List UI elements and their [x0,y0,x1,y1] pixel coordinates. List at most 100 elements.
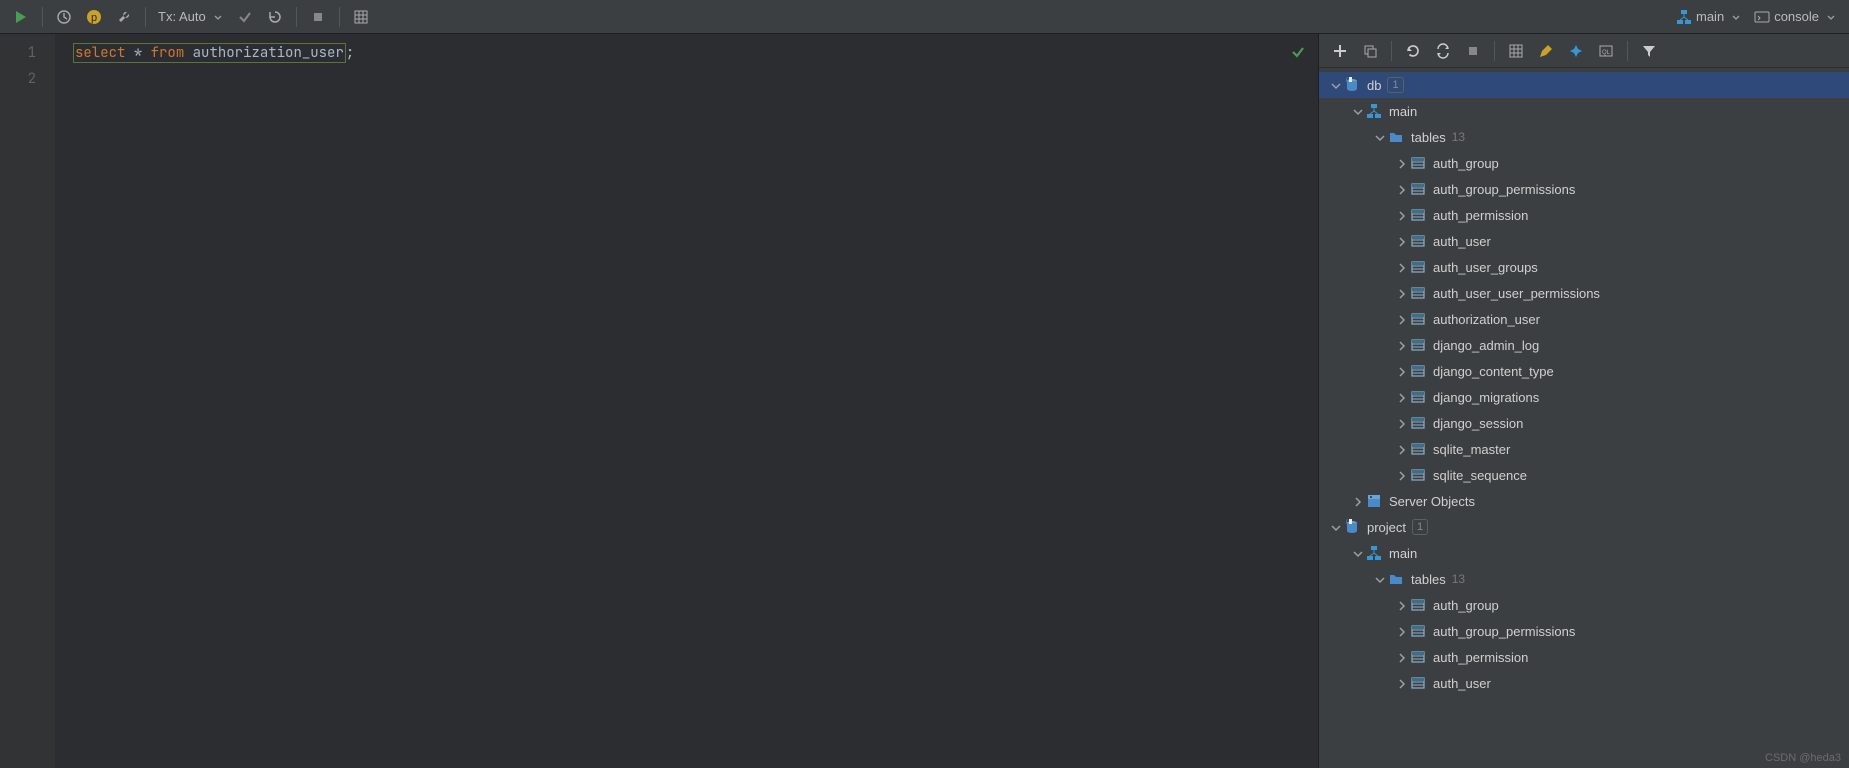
chevron-down-icon[interactable] [1327,77,1343,93]
code-line[interactable]: select * from authorization_user; [73,40,1318,66]
chevron-right-icon[interactable] [1393,181,1409,197]
count-badge: 1 [1387,77,1403,93]
chevron-right-icon[interactable] [1393,415,1409,431]
tree-node-label: auth_group_permissions [1433,624,1575,639]
console-icon [1754,9,1770,25]
database-toolbar [1319,34,1849,68]
tree-node-label: auth_permission [1433,650,1528,665]
rollback-button[interactable] [262,4,288,30]
run-button[interactable] [8,4,34,30]
tree-node-auth_user_groups[interactable]: auth_user_groups [1319,254,1849,280]
tree-node-tables[interactable]: tables 13 [1319,566,1849,592]
schema-icon [1365,544,1383,562]
status-ok-icon[interactable] [1290,44,1306,60]
chevron-right-icon[interactable] [1393,259,1409,275]
table-icon [1409,206,1427,224]
chevron-down-icon[interactable] [1371,571,1387,587]
sql-editor[interactable]: 1 2 select * from authorization_user; [0,34,1319,768]
explain-plan-button[interactable] [348,4,374,30]
table-view-button[interactable] [1503,38,1529,64]
tree-node-auth_user_user_permissions[interactable]: auth_user_user_permissions [1319,280,1849,306]
tree-node-auth_group[interactable]: auth_group [1319,592,1849,618]
chevron-right-icon[interactable] [1393,441,1409,457]
editor-toolbar: Tx: Auto main console [0,0,1849,34]
chevron-right-icon[interactable] [1393,285,1409,301]
chevron-right-icon[interactable] [1393,389,1409,405]
tree-node-label: tables [1411,130,1446,145]
table-icon [1409,648,1427,666]
chevron-down-icon[interactable] [1327,519,1343,535]
db-icon [1343,76,1361,94]
database-tree[interactable]: db1maintables13auth_groupauth_group_perm… [1319,68,1849,768]
chevron-right-icon[interactable] [1393,623,1409,639]
history-button[interactable] [51,4,77,30]
watermark: CSDN @heda3 [1765,752,1841,764]
tree-node-auth_user[interactable]: auth_user [1319,670,1849,696]
line-number: 2 [0,66,54,92]
ddl-button[interactable] [1593,38,1619,64]
tree-node-label: sqlite_sequence [1433,468,1527,483]
tree-node-django_admin_log[interactable]: django_admin_log [1319,332,1849,358]
chevron-right-icon[interactable] [1393,467,1409,483]
tree-node-auth_permission[interactable]: auth_permission [1319,644,1849,670]
line-number: 1 [0,40,54,66]
stop-button[interactable] [305,4,331,30]
chevron-right-icon[interactable] [1393,233,1409,249]
tree-node-auth_group_permissions[interactable]: auth_group_permissions [1319,618,1849,644]
chevron-right-icon[interactable] [1393,597,1409,613]
token: * [134,44,142,62]
code-area[interactable]: select * from authorization_user; [55,34,1318,768]
tree-node-main[interactable]: main [1319,98,1849,124]
tree-node-sqlite_master[interactable]: sqlite_master [1319,436,1849,462]
line-gutter: 1 2 [0,34,55,768]
tree-node-tables[interactable]: tables13 [1319,124,1849,150]
tree-node-auth_group[interactable]: auth_group [1319,150,1849,176]
tree-node-auth_user[interactable]: auth_user [1319,228,1849,254]
settings-button[interactable] [111,4,137,30]
auto-refresh-button[interactable] [1430,38,1456,64]
table-icon [1409,284,1427,302]
chevron-right-icon[interactable] [1393,363,1409,379]
chevron-down-icon[interactable] [1349,103,1365,119]
tree-node-project[interactable]: project1 [1319,514,1849,540]
filter-button[interactable] [1636,38,1662,64]
tree-node-auth_group_permissions[interactable]: auth_group_permissions [1319,176,1849,202]
add-datasource-button[interactable] [1327,38,1353,64]
count-label: 13 [1452,572,1465,586]
chevron-right-icon[interactable] [1393,337,1409,353]
table-icon [1409,232,1427,250]
chevron-right-icon[interactable] [1393,207,1409,223]
tree-node-authorization_user[interactable]: authorization_user [1319,306,1849,332]
console-dropdown[interactable]: console [1748,6,1843,28]
tree-node-label: auth_user [1433,234,1491,249]
tx-mode-dropdown[interactable]: Tx: Auto [152,6,230,27]
chevron-right-icon[interactable] [1393,649,1409,665]
table-icon [1409,336,1427,354]
schema-dropdown[interactable]: main [1670,6,1748,28]
pending-button[interactable] [81,4,107,30]
tree-node-auth_permission[interactable]: auth_permission [1319,202,1849,228]
tree-node-django_content_type[interactable]: django_content_type [1319,358,1849,384]
chevron-down-icon[interactable] [1371,129,1387,145]
tree-node-label: tables [1411,572,1446,587]
pin-button[interactable] [1563,38,1589,64]
tree-node-server-objects[interactable]: Server Objects [1319,488,1849,514]
table-icon [1409,362,1427,380]
tree-node-django_migrations[interactable]: django_migrations [1319,384,1849,410]
tree-node-django_session[interactable]: django_session [1319,410,1849,436]
tree-node-sqlite_sequence[interactable]: sqlite_sequence [1319,462,1849,488]
chevron-right-icon[interactable] [1393,311,1409,327]
separator [42,7,43,27]
tree-node-label: main [1389,104,1417,119]
chevron-down-icon[interactable] [1349,545,1365,561]
stop-button[interactable] [1460,38,1486,64]
chevron-right-icon[interactable] [1349,493,1365,509]
edit-button[interactable] [1533,38,1559,64]
tree-node-db[interactable]: db1 [1319,72,1849,98]
refresh-button[interactable] [1400,38,1426,64]
duplicate-button[interactable] [1357,38,1383,64]
tree-node-main[interactable]: main [1319,540,1849,566]
commit-button[interactable] [232,4,258,30]
chevron-right-icon[interactable] [1393,675,1409,691]
chevron-right-icon[interactable] [1393,155,1409,171]
